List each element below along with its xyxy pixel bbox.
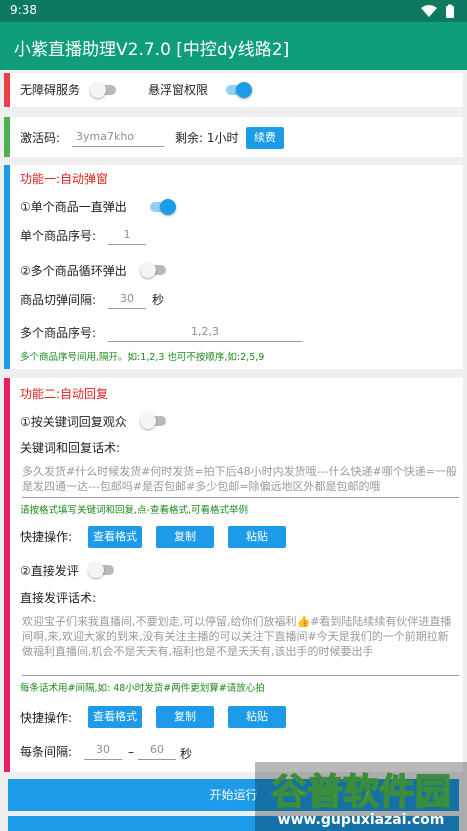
comment-interval-dash: –: [128, 745, 134, 759]
direct-comment-toggle[interactable]: [88, 562, 116, 578]
view-format-button[interactable]: 查看格式: [88, 526, 142, 548]
keyword-script-field[interactable]: 多久发货#什么时候发货#何时发货=拍下后48小时内发货哦---什么快递#哪个快递…: [22, 464, 459, 498]
multi-index-hint: 多个商品序号间用,隔开。如:1,2,3 也可不按顺序,如:2,5,9: [20, 352, 265, 363]
app-title: 小紫直播助理V2.7.0 [中控dy线路2]: [14, 40, 290, 60]
activation-label: 激活码:: [20, 131, 61, 145]
auto-reply-card: 功能二:自动回复 ①按关键词回复观众 关键词和回复话术: 多久发货#什么时候发货…: [4, 378, 463, 772]
accessibility-label: 无障碍服务: [20, 83, 81, 97]
multi-index-label: 多个商品序号:: [20, 326, 97, 340]
watermark-logo: 谷普软件园 www.gupuxiazai.com: [255, 762, 467, 831]
single-index-label: 单个商品序号:: [20, 229, 97, 243]
comment-interval-unit: 秒: [180, 747, 193, 761]
watermark-url: www.gupuxiazai.com: [278, 812, 445, 828]
accessibility-toggle[interactable]: [90, 82, 118, 98]
multi-popup-toggle[interactable]: [140, 262, 168, 278]
single-popup-label: ①单个商品一直弹出: [20, 200, 127, 214]
multi-index-field[interactable]: 1,2,3: [108, 324, 302, 342]
wifi-battery-icon: [421, 4, 454, 18]
comment-format-hint: 每条话术用#间隔,如: 48小时发货#两件更划算#请放心拍: [20, 683, 265, 694]
keyword-format-hint: 请按格式填写关键词和回复,点-查看格式,可看格式举例: [20, 505, 248, 516]
paste-button-2[interactable]: 粘贴: [228, 706, 286, 728]
quick-ops-label-2: 快捷操作:: [20, 711, 73, 725]
switch-interval-field[interactable]: 30: [108, 291, 146, 309]
keyword-reply-toggle[interactable]: [140, 413, 168, 429]
quick-ops-label: 快捷操作:: [20, 530, 73, 544]
paste-button[interactable]: 粘贴: [228, 526, 286, 548]
comment-interval-label: 每条间隔:: [20, 745, 73, 759]
switch-interval-unit: 秒: [152, 293, 165, 307]
switch-interval-label: 商品切弹间隔:: [20, 293, 97, 307]
remaining-time: 剩余: 1小时: [175, 131, 239, 145]
keyword-script-label: 关键词和回复话术:: [20, 441, 121, 455]
overlay-toggle[interactable]: [224, 82, 252, 98]
comment-interval-min-field[interactable]: 30: [84, 742, 122, 760]
status-time: 9:38: [10, 3, 37, 17]
activation-card: 激活码: 3yma7kho 剩余: 1小时 续费: [4, 117, 463, 157]
f2-title: 功能二:自动回复: [20, 387, 109, 401]
multi-popup-label: ②多个商品循环弹出: [20, 264, 127, 278]
copy-button-2[interactable]: 复制: [156, 706, 214, 728]
keyword-reply-label: ①按关键词回复观众: [20, 415, 127, 429]
auto-popup-card: 功能一:自动弹窗 ①单个商品一直弹出 单个商品序号: 1 ②多个商品循环弹出 商…: [4, 165, 463, 369]
single-index-field[interactable]: 1: [108, 227, 146, 245]
single-popup-toggle[interactable]: [148, 199, 176, 215]
activation-code-field[interactable]: 3yma7kho: [72, 129, 164, 147]
comment-interval-max-field[interactable]: 60: [138, 742, 176, 760]
view-format-button-2[interactable]: 查看格式: [88, 706, 142, 728]
watermark-brand: 谷普软件园: [271, 772, 451, 813]
overlay-label: 悬浮窗权限: [148, 83, 209, 97]
status-bar: 9:38: [0, 0, 467, 22]
renew-button[interactable]: 续费: [246, 127, 284, 149]
permissions-card: 无障碍服务 悬浮窗权限: [4, 73, 463, 107]
direct-comment-label: ②直接发评: [20, 564, 79, 578]
app-bar: 小紫直播助理V2.7.0 [中控dy线路2]: [0, 22, 467, 70]
f1-title: 功能一:自动弹窗: [20, 172, 109, 186]
copy-button[interactable]: 复制: [156, 526, 214, 548]
comment-script-field[interactable]: 欢迎宝子们来我直播间,不要划走,可以停留,给你们放福利👍#看到陆陆续续有伙伴进直…: [22, 614, 459, 676]
comment-script-label: 直接发评话术:: [20, 591, 97, 605]
